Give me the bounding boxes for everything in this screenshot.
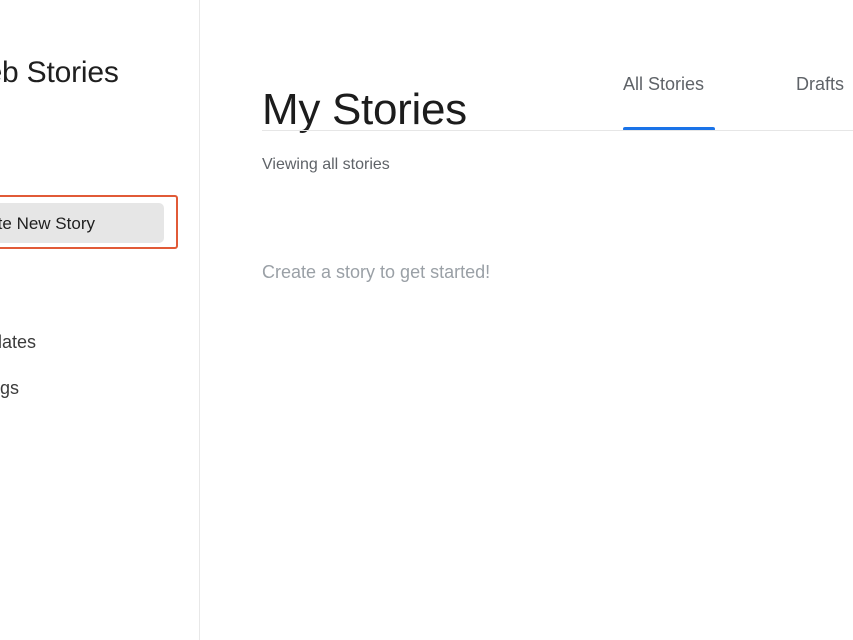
tab-drafts[interactable]: Drafts bbox=[796, 74, 844, 95]
create-new-story-button[interactable]: Create New Story bbox=[0, 203, 164, 243]
sidebar-item-settings[interactable]: Settings bbox=[0, 378, 19, 399]
app-root: Web Stories Create New Story Templates S… bbox=[0, 0, 853, 640]
tabs-divider bbox=[262, 130, 853, 131]
main-content: My Stories All Stories Drafts Viewing al… bbox=[200, 0, 853, 640]
brand-title: Web Stories bbox=[0, 56, 119, 89]
tab-all-stories[interactable]: All Stories bbox=[623, 74, 704, 95]
sidebar: Web Stories Create New Story Templates S… bbox=[0, 0, 200, 640]
sidebar-item-templates[interactable]: Templates bbox=[0, 332, 36, 353]
create-new-story-label: Create New Story bbox=[0, 214, 95, 233]
viewing-label: Viewing all stories bbox=[262, 156, 390, 173]
empty-state-message: Create a story to get started! bbox=[262, 262, 491, 282]
page-title: My Stories bbox=[262, 85, 467, 135]
